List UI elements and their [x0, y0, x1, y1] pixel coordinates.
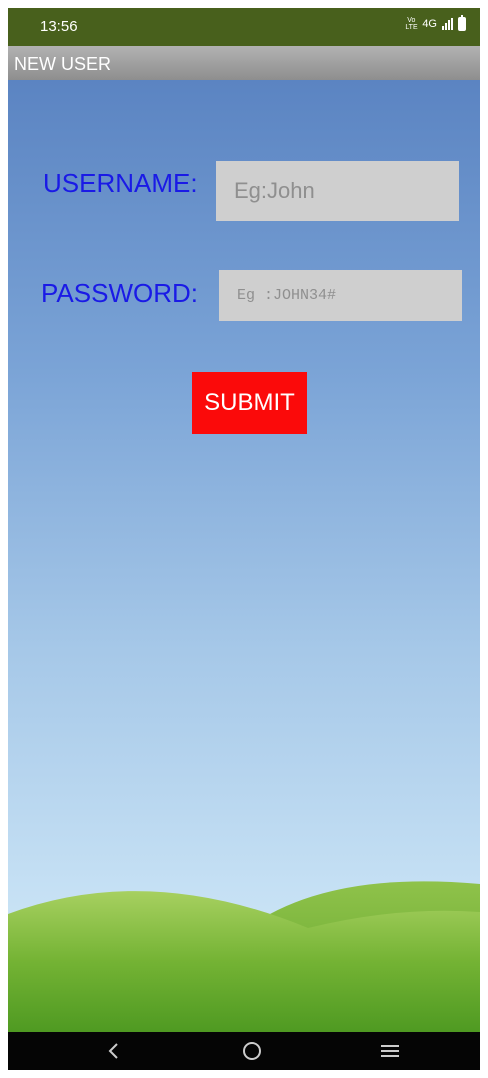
username-label: USERNAME: — [43, 168, 198, 198]
home-button[interactable] — [222, 1032, 282, 1070]
password-input[interactable] — [219, 270, 462, 321]
volte-icon: Vo LTE — [405, 17, 418, 31]
hills-illustration — [8, 881, 480, 1032]
app-bar: NEW USER — [8, 46, 480, 80]
recents-button[interactable] — [360, 1032, 420, 1070]
navigation-bar — [8, 1032, 480, 1070]
app-screen: 13:56 Vo LTE 4G NEW USER USERNAME: Eg:Jo… — [8, 8, 480, 1070]
network-type-label: 4G — [422, 18, 437, 30]
page-title: NEW USER — [14, 54, 112, 74]
submit-button[interactable]: SUBMIT — [192, 372, 307, 434]
home-icon — [243, 1042, 261, 1060]
back-icon — [108, 1043, 118, 1059]
status-time: 13:56 — [40, 18, 78, 35]
password-label: PASSWORD: — [41, 278, 198, 308]
status-bar: 13:56 Vo LTE 4G — [8, 8, 480, 46]
back-button[interactable] — [84, 1032, 144, 1070]
username-input[interactable] — [216, 161, 459, 221]
status-icons: Vo LTE 4G — [405, 15, 466, 31]
recents-icon — [381, 1045, 399, 1057]
form-background: USERNAME: PASSWORD: SUBMIT — [8, 80, 480, 1032]
battery-icon — [458, 15, 466, 31]
signal-icon — [442, 18, 453, 30]
